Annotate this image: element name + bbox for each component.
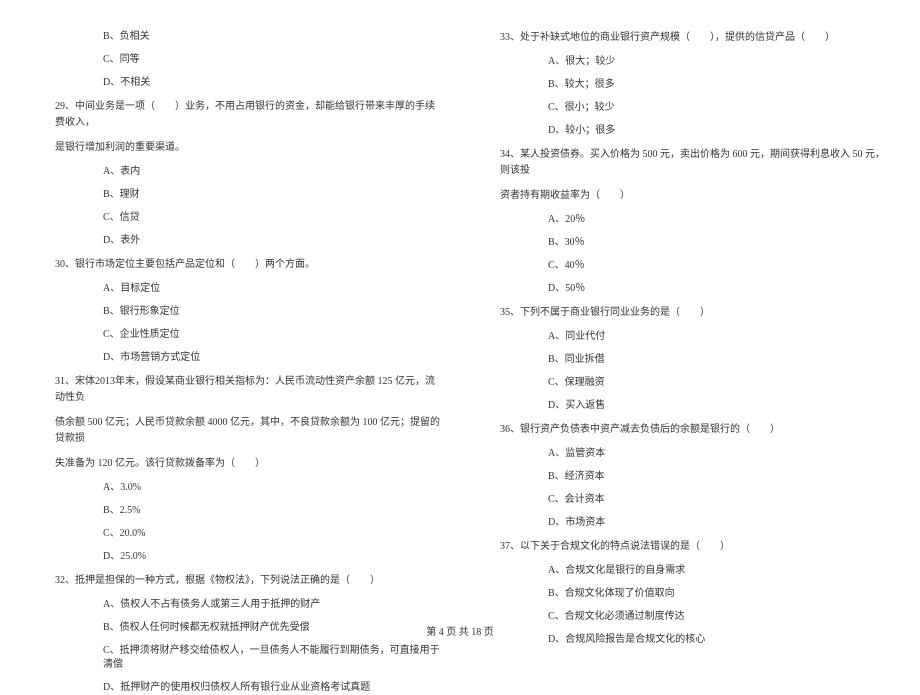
q34-option-d: D、50％ <box>480 282 885 296</box>
q35-option-a: A、同业代付 <box>480 330 885 344</box>
q31-text3: 失准备为 120 亿元。该行贷款拨备率为（ ） <box>35 456 440 472</box>
q31-option-c: C、20.0% <box>35 527 440 541</box>
page-container: B、负相关 C、同等 D、不相关 29、中间业务是一项（ ）业务，不用占用银行的… <box>35 30 885 610</box>
q35-option-b: B、同业拆借 <box>480 353 885 367</box>
q37-option-c: C、合规文化必须通过制度传达 <box>480 610 885 624</box>
q33-option-d: D、较小；很多 <box>480 124 885 138</box>
q35-text: 35、下列不属于商业银行同业业务的是（ ） <box>480 305 885 321</box>
q31-option-b: B、2.5% <box>35 504 440 518</box>
q36-option-a: A、监管资本 <box>480 447 885 461</box>
q34-option-c: C、40％ <box>480 259 885 273</box>
q29-option-c: C、信贷 <box>35 211 440 225</box>
q33-option-c: C、很小；较少 <box>480 101 885 115</box>
q29-option-b: B、理财 <box>35 188 440 202</box>
q35-option-d: D、买入返售 <box>480 399 885 413</box>
q32-option-d: D、抵押财产的使用权归债权人所有银行业从业资格考试真题 <box>35 681 440 695</box>
q36-option-c: C、会计资本 <box>480 493 885 507</box>
q28-option-b: B、负相关 <box>35 30 440 44</box>
q30-option-c: C、企业性质定位 <box>35 328 440 342</box>
q34-option-a: A、20％ <box>480 213 885 227</box>
q28-option-d: D、不相关 <box>35 76 440 90</box>
q31-option-a: A、3.0% <box>35 481 440 495</box>
q37-option-b: B、合规文化体现了价值取向 <box>480 587 885 601</box>
q34-text: 34、某人投资债券。买入价格为 500 元，卖出价格为 600 元，期间获得利息… <box>480 147 885 179</box>
q29-text: 29、中间业务是一项（ ）业务，不用占用银行的资金，却能给银行带来丰厚的手续费收… <box>35 99 440 131</box>
q37-option-a: A、合规文化是银行的自身需求 <box>480 564 885 578</box>
q29-option-a: A、表内 <box>35 165 440 179</box>
q31-text: 31、宋体2013年末，假设某商业银行相关指标为：人民币流动性资产余额 125 … <box>35 374 440 406</box>
page-footer: 第 4 页 共 18 页 <box>0 623 920 638</box>
q37-text: 37、以下关于合规文化的特点说法错误的是（ ） <box>480 539 885 555</box>
q33-option-a: A、很大；较少 <box>480 55 885 69</box>
q33-option-b: B、较大；很多 <box>480 78 885 92</box>
q36-option-b: B、经济资本 <box>480 470 885 484</box>
q30-option-b: B、银行形象定位 <box>35 305 440 319</box>
q29-text2: 是银行增加利润的重要渠道。 <box>35 140 440 156</box>
q30-option-d: D、市场营销方式定位 <box>35 351 440 365</box>
q29-option-d: D、表外 <box>35 234 440 248</box>
q36-text: 36、银行资产负债表中资产减去负债后的余额是银行的（ ） <box>480 422 885 438</box>
q34-text2: 资者持有期收益率为（ ） <box>480 188 885 204</box>
left-column: B、负相关 C、同等 D、不相关 29、中间业务是一项（ ）业务，不用占用银行的… <box>35 30 440 610</box>
q36-option-d: D、市场资本 <box>480 516 885 530</box>
q34-option-b: B、30％ <box>480 236 885 250</box>
q30-text: 30、银行市场定位主要包括产品定位和（ ）两个方面。 <box>35 257 440 273</box>
q32-text: 32、抵押是担保的一种方式，根据《物权法》，下列说法正确的是（ ） <box>35 573 440 589</box>
q35-option-c: C、保理融资 <box>480 376 885 390</box>
q30-option-a: A、目标定位 <box>35 282 440 296</box>
q32-option-a: A、债权人不占有债务人或第三人用于抵押的财产 <box>35 598 440 612</box>
q33-text: 33、处于补缺式地位的商业银行资产规模（ ），提供的信贷产品（ ） <box>480 30 885 46</box>
q32-option-c: C、抵押须将财产移交给债权人，一旦债务人不能履行到期债务，可直接用于清偿 <box>35 644 440 672</box>
q31-text2: 债余额 500 亿元；人民币贷款余额 4000 亿元，其中，不良贷款余额为 10… <box>35 415 440 447</box>
right-column: 33、处于补缺式地位的商业银行资产规模（ ），提供的信贷产品（ ） A、很大；较… <box>480 30 885 610</box>
q28-option-c: C、同等 <box>35 53 440 67</box>
q31-option-d: D、25.0% <box>35 550 440 564</box>
